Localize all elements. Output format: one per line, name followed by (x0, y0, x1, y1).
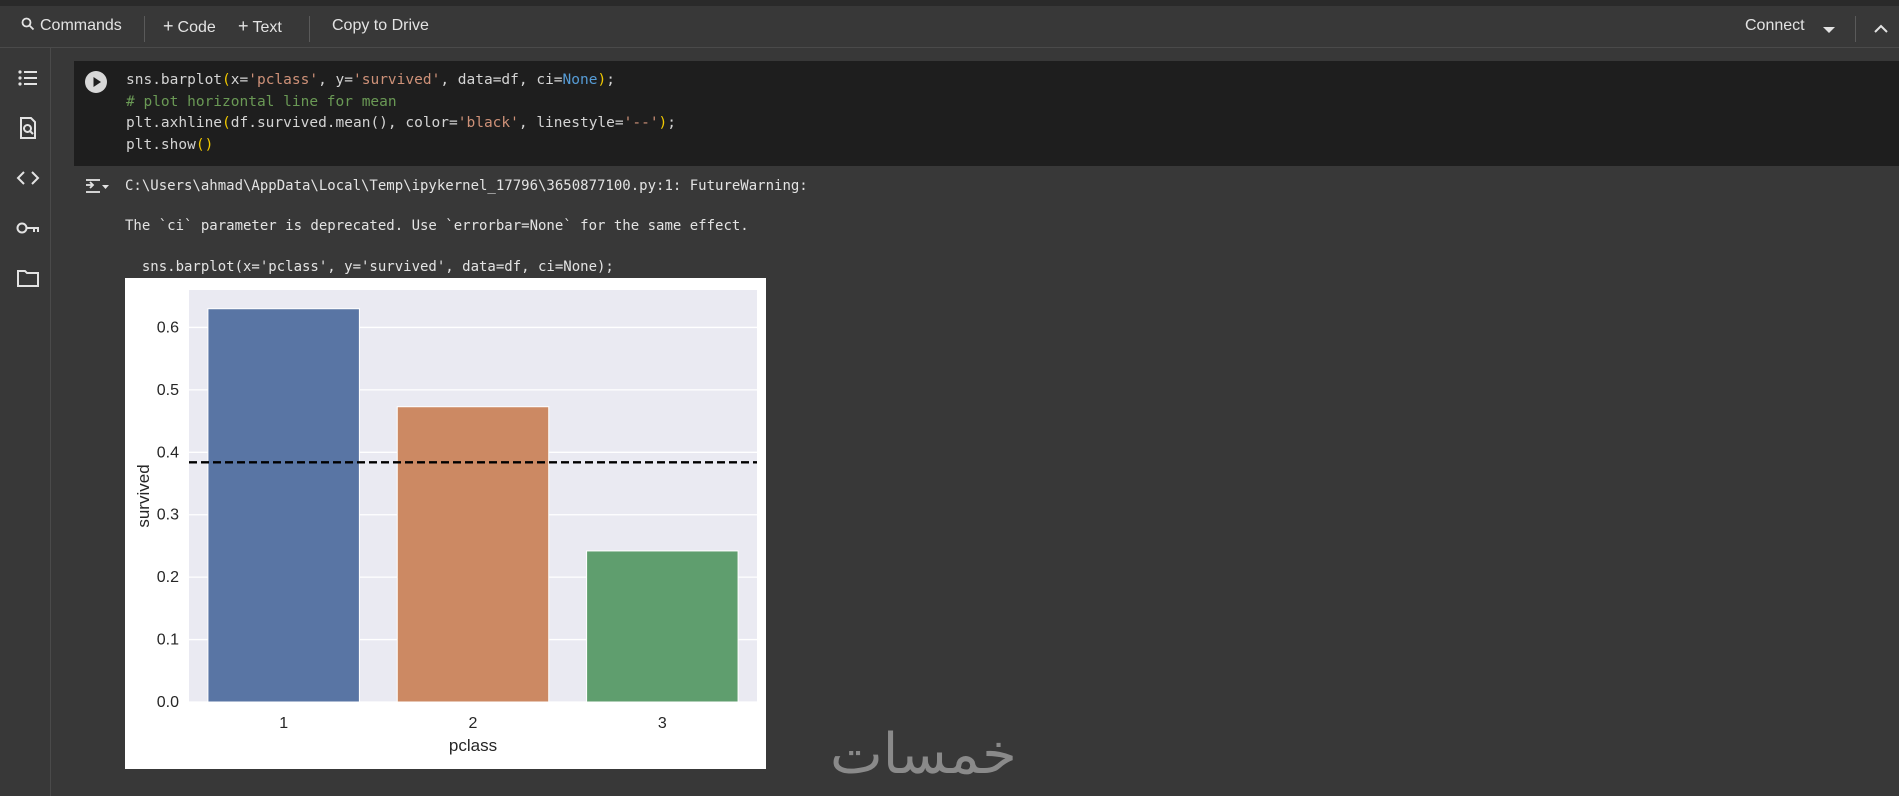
code-token: sns.barplot (126, 72, 223, 88)
code-line: plt.show() (126, 135, 676, 157)
commands-button[interactable]: Commands (20, 12, 122, 40)
bar (396, 406, 550, 703)
code-token: df.survived.mean(), color= (230, 115, 458, 131)
code-editor[interactable]: sns.barplot(x='pclass', y='survived', da… (126, 70, 676, 156)
code-token: '--' (623, 115, 659, 131)
toolbar-divider (309, 16, 310, 42)
code-token: ) (597, 72, 607, 88)
code-token: , linestyle= (518, 115, 624, 131)
toolbar-divider (144, 16, 145, 42)
code-token: ) (658, 115, 668, 131)
chart-output: 0.0 0.1 0.2 0.3 0.4 0.5 0.6 1 2 3 pclass survived (125, 278, 766, 769)
y-tick-label: 0.4 (157, 444, 179, 461)
y-tick-label: 0.2 (157, 569, 179, 586)
x-tick-label: 3 (658, 715, 667, 732)
code-token: plt.show (126, 136, 196, 153)
x-axis-label: pclass (449, 736, 497, 755)
y-tick-label: 0.0 (157, 694, 179, 711)
code-token: ; (667, 115, 677, 131)
run-cell-button[interactable] (84, 70, 108, 94)
connect-button[interactable]: Connect (1745, 12, 1805, 40)
code-token: None (562, 72, 598, 88)
warning-code-text: sns.barplot(x='pclass', y='survived', da… (125, 259, 614, 275)
folder-icon[interactable] (14, 264, 42, 292)
code-token: ( (222, 115, 231, 131)
key-icon[interactable] (14, 214, 42, 242)
code-line: sns.barplot(x='pclass', y='survived', da… (126, 70, 676, 92)
y-tick-label: 0.5 (157, 382, 179, 399)
connect-label: Connect (1745, 17, 1805, 34)
top-toolbar: Commands + Code + Text Copy to Drive Conne… (0, 0, 1899, 48)
table-of-contents-icon[interactable] (14, 64, 42, 92)
code-comment: # plot horizontal line for mean (126, 93, 397, 110)
copy-to-drive-label: Copy to Drive (332, 17, 429, 34)
code-token: , data=df, ci= (440, 72, 563, 88)
bar-chart: 0.0 0.1 0.2 0.3 0.4 0.5 0.6 1 2 3 pclass survived (134, 290, 757, 755)
y-tick-label: 0.3 (157, 507, 179, 524)
plus-icon: + (163, 16, 174, 36)
text-label: Text (252, 19, 282, 36)
code-token: plt.axhline (126, 115, 223, 131)
add-text-button[interactable]: + Text (238, 12, 282, 40)
y-axis-label: survived (134, 464, 153, 527)
code-token: ( (222, 72, 231, 88)
left-sidebar (0, 48, 51, 796)
code-snippets-icon[interactable] (14, 164, 42, 192)
watermark-logo: خمسات (830, 722, 1019, 787)
warning-path-text: C:\Users\ahmad\AppData\Local\Temp\ipyker… (125, 178, 808, 194)
copy-to-drive-button[interactable]: Copy to Drive (332, 12, 429, 40)
code-token: , y= (318, 72, 353, 88)
chevron-up-icon[interactable] (1873, 22, 1889, 34)
plus-icon: + (238, 16, 249, 36)
bar (586, 550, 739, 703)
search-icon (21, 17, 35, 31)
code-token: 'black' (457, 115, 519, 131)
code-token: ; (606, 72, 615, 88)
code-token: x= (230, 72, 249, 88)
x-tick-label: 1 (279, 715, 288, 732)
y-tick-label: 0.6 (157, 319, 179, 336)
add-code-button[interactable]: + Code (163, 12, 216, 40)
toolbar-divider (1855, 16, 1856, 42)
code-token: () (195, 136, 214, 153)
code-token: 'survived' (353, 72, 441, 88)
y-tick-label: 0.1 (157, 632, 179, 649)
code-label: Code (177, 19, 216, 36)
find-replace-icon[interactable] (14, 114, 42, 142)
commands-label: Commands (40, 17, 122, 34)
warning-message-text: The `ci` parameter is deprecated. Use `e… (125, 218, 749, 234)
output-actions-icon[interactable] (84, 177, 110, 197)
bar (207, 308, 360, 703)
x-tick-label: 2 (469, 715, 478, 732)
code-line: plt.axhline(df.survived.mean(), color='b… (126, 113, 676, 135)
chevron-down-icon[interactable] (1822, 25, 1836, 35)
code-token: 'pclass' (248, 72, 319, 88)
